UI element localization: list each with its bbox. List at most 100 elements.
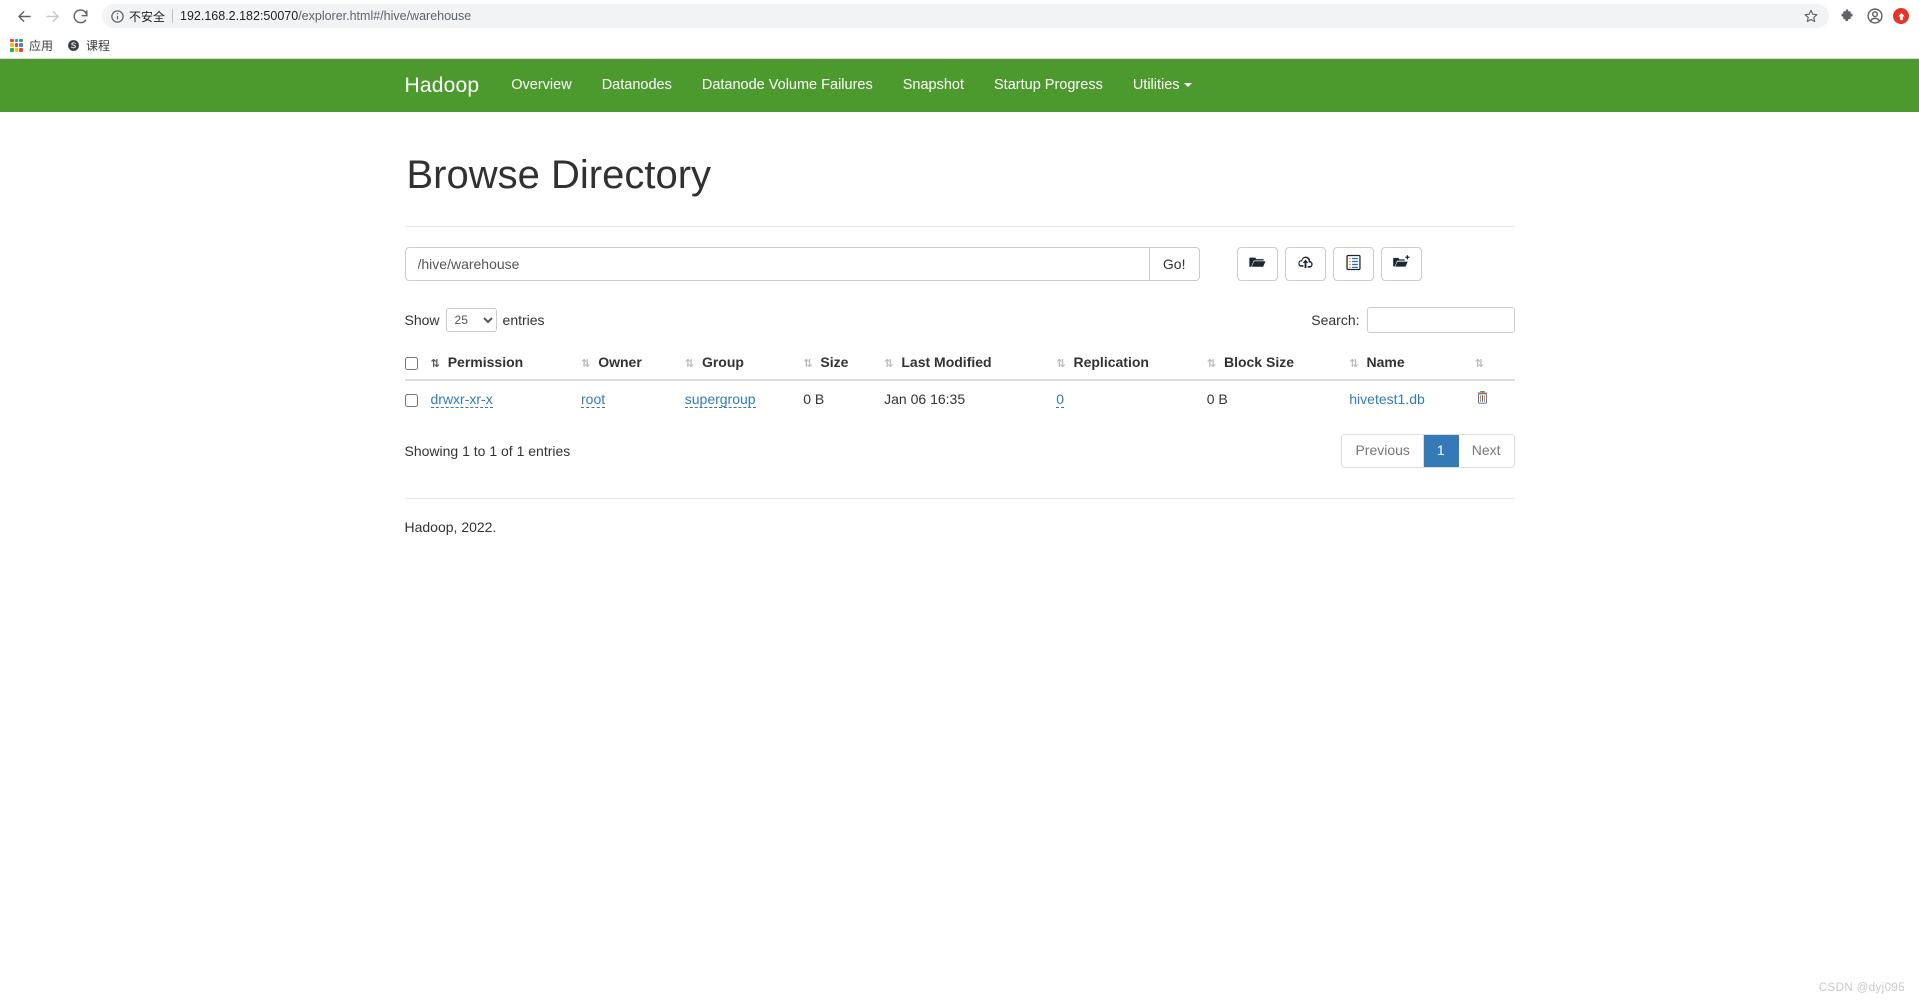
column-label: Name [1366, 354, 1405, 370]
path-toolbar: Go! [404, 247, 1515, 281]
nav-item-datanodes[interactable]: Datanodes [587, 59, 687, 112]
browser-toolbar: 不安全 192.168.2.182:50070/explorer.html#/h… [0, 0, 1919, 32]
sort-icon: ⇅ [1349, 357, 1358, 370]
table-body: drwxr-xr-x root supergroup 0 B Jan 06 16… [404, 379, 1515, 417]
open-folder-button[interactable] [1236, 247, 1278, 281]
pagination-next[interactable]: Next [1458, 435, 1514, 467]
omnibox[interactable]: 不安全 192.168.2.182:50070/explorer.html#/h… [102, 4, 1829, 28]
nav-item-snapshot[interactable]: Snapshot [888, 59, 979, 112]
cell-last-modified: Jan 06 16:35 [884, 379, 1057, 417]
nav-item-utilities-label: Utilities [1132, 77, 1180, 93]
trash-icon[interactable] [1475, 390, 1490, 408]
bookmark-label: 应用 [29, 38, 54, 53]
sort-icon: ⇅ [1206, 357, 1216, 370]
column-label: Last Modified [901, 354, 992, 370]
column-header-permission[interactable]: ⇅ Permission [430, 346, 581, 381]
column-header-actions[interactable]: ⇅ [1474, 346, 1515, 381]
puzzle-piece-icon[interactable] [1839, 7, 1857, 25]
toolbar-actions [1829, 7, 1909, 25]
security-status-label[interactable]: 不安全 [129, 8, 165, 25]
cell-actions [1474, 379, 1515, 417]
update-available-icon[interactable] [1893, 8, 1909, 24]
nav-item-overview[interactable]: Overview [496, 59, 586, 112]
table-head: ⇅ Permission ⇅ Owner ⇅ Group ⇅ Size ⇅ Last Mo… [404, 346, 1515, 381]
column-label: Permission [447, 354, 524, 370]
path-input-group: Go! [404, 247, 1200, 281]
snapshot-button[interactable] [1332, 247, 1374, 281]
url-host: 192.168.2.182:50070 [180, 9, 299, 23]
column-label: Group [701, 354, 744, 370]
cell-group: supergroup [684, 379, 804, 417]
column-header-name[interactable]: ⇅ Name [1349, 346, 1475, 381]
reload-icon[interactable] [66, 2, 94, 30]
column-header-block-size[interactable]: ⇅ Block Size [1206, 346, 1350, 381]
pagination-previous[interactable]: Previous [1342, 435, 1424, 467]
go-button[interactable]: Go! [1148, 247, 1200, 281]
row-checkbox[interactable] [404, 393, 418, 407]
sort-icon: ⇅ [581, 357, 590, 370]
cell-permission: drwxr-xr-x [430, 379, 581, 417]
directory-listing-table: ⇅ Permission ⇅ Owner ⇅ Group ⇅ Size ⇅ Last Mo… [404, 346, 1515, 417]
datatable-footer: Showing 1 to 1 of 1 entries Previous 1 N… [405, 434, 1515, 468]
profile-avatar-icon[interactable] [1866, 7, 1884, 25]
folder-new-icon [1392, 254, 1410, 274]
replication-link[interactable]: 0 [1056, 391, 1065, 408]
pagination: Previous 1 Next [1341, 434, 1515, 468]
table-row[interactable]: drwxr-xr-x root supergroup 0 B Jan 06 16… [404, 379, 1515, 417]
entries-info: Showing 1 to 1 of 1 entries [404, 442, 571, 459]
hadoop-navbar: Hadoop Overview Datanodes Datanode Volum… [0, 59, 1919, 112]
cell-owner: root [581, 379, 685, 417]
search-control: Search: [1311, 307, 1515, 333]
footer-divider [404, 497, 1515, 499]
select-all-checkbox[interactable] [404, 356, 418, 370]
cell-block-size: 0 B [1206, 379, 1350, 417]
datatable-controls: Show 25 50 100 entries Search: [405, 307, 1515, 333]
bookmark-courses[interactable]: 课程 [67, 37, 110, 54]
column-label: Owner [598, 354, 642, 370]
nav-item-datanode-volume-failures[interactable]: Datanode Volume Failures [687, 59, 888, 112]
select-all-header[interactable] [404, 346, 431, 381]
navbar-brand[interactable]: Hadoop [390, 74, 497, 98]
file-name-link[interactable]: hivetest1.db [1349, 391, 1425, 407]
bookmark-apps[interactable]: 应用 [10, 37, 53, 54]
owner-link[interactable]: root [581, 391, 606, 408]
row-select-cell [404, 379, 431, 417]
group-link[interactable]: supergroup [684, 391, 756, 408]
url-path: /explorer.html#/hive/warehouse [298, 9, 472, 23]
pagination-page-1[interactable]: 1 [1423, 435, 1459, 467]
forward-arrow-icon[interactable] [38, 2, 66, 30]
directory-tool-buttons [1236, 247, 1422, 281]
back-arrow-icon[interactable] [10, 2, 38, 30]
bookmark-star-icon[interactable] [1803, 8, 1819, 24]
cell-name: hivetest1.db [1349, 379, 1475, 417]
permission-link[interactable]: drwxr-xr-x [430, 391, 493, 408]
page-container: Browse Directory Go! [390, 153, 1530, 535]
column-header-size[interactable]: ⇅ Size [803, 346, 885, 381]
entries-length-control: Show 25 50 100 entries [405, 308, 545, 332]
path-input[interactable] [404, 247, 1149, 281]
search-label: Search: [1311, 312, 1360, 328]
info-circle-icon[interactable] [110, 9, 125, 24]
column-header-group[interactable]: ⇅ Group [684, 346, 804, 381]
browser-chrome: 不安全 192.168.2.182:50070/explorer.html#/h… [0, 0, 1919, 59]
upload-button[interactable] [1284, 247, 1326, 281]
column-header-owner[interactable]: ⇅ Owner [581, 346, 685, 381]
search-input[interactable] [1366, 307, 1515, 333]
bookmarks-bar: 应用 课程 [0, 32, 1919, 58]
title-divider [404, 226, 1515, 227]
url-text[interactable]: 192.168.2.182:50070/explorer.html#/hive/… [180, 9, 1797, 23]
page-footer: Hadoop, 2022. [404, 518, 497, 535]
column-label: Size [820, 354, 849, 370]
apps-grid-icon [10, 38, 23, 52]
new-directory-button[interactable] [1380, 247, 1422, 281]
column-header-last-modified[interactable]: ⇅ Last Modified [884, 346, 1057, 381]
entries-length-select[interactable]: 25 50 100 [445, 308, 497, 332]
page-title: Browse Directory [406, 153, 712, 197]
folder-open-icon [1248, 254, 1266, 274]
column-header-replication[interactable]: ⇅ Replication [1056, 346, 1207, 381]
globe-icon [67, 39, 80, 52]
nav-item-startup-progress[interactable]: Startup Progress [979, 59, 1118, 112]
nav-item-utilities[interactable]: Utilities [1118, 59, 1207, 112]
cloud-upload-icon [1297, 254, 1314, 274]
omnibox-divider [172, 9, 174, 23]
